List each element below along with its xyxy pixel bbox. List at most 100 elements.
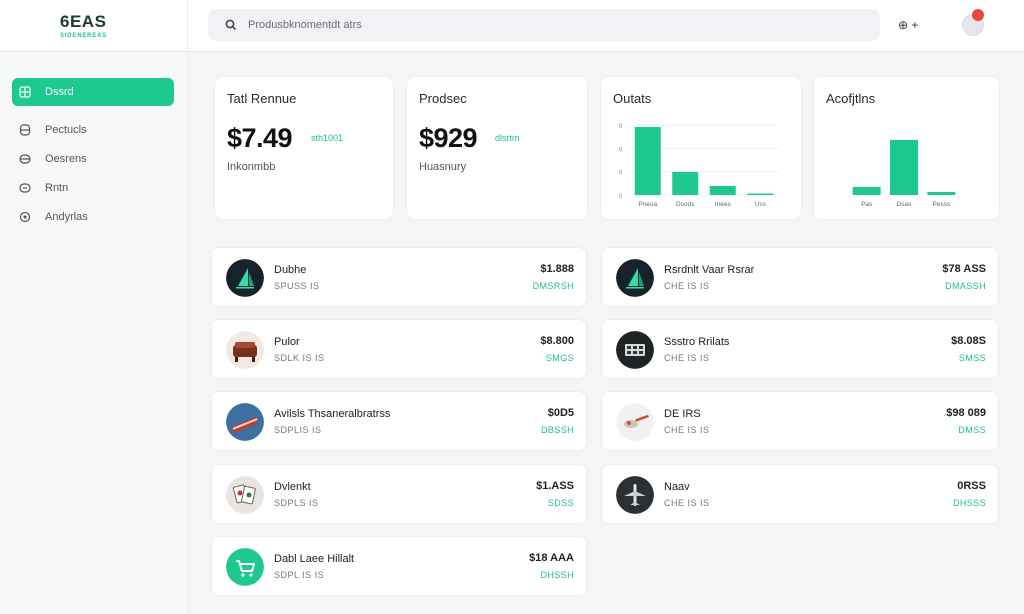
product-status: DHSSH — [540, 570, 574, 580]
spoon-photo-icon — [616, 403, 654, 441]
reports-icon — [19, 183, 31, 193]
x-tick-label: Pesss — [932, 201, 950, 208]
chart-card-outats[interactable]: Outats 0 0 0 0 Pneoa Dsods Inees Uss — [600, 76, 802, 220]
x-tick-label: Dsas — [897, 201, 913, 208]
product-status: SMSS — [958, 353, 986, 363]
product-meta: SDPL IS IS — [274, 570, 325, 580]
brand-name: 6EAS — [60, 12, 107, 31]
search-input[interactable] — [248, 15, 848, 35]
product-name: Dabl Laee Hillalt — [274, 553, 355, 565]
card-trend: sth1001 — [311, 133, 344, 143]
product-name: Dvlenkt — [274, 481, 311, 493]
card-title: Prodsec — [419, 91, 467, 106]
brand-logo[interactable]: 6EAS SIDENEREAS — [60, 12, 130, 39]
analytics-icon — [19, 211, 31, 223]
orders-icon — [19, 154, 31, 164]
products-icon — [19, 124, 31, 136]
chart-bar — [747, 193, 774, 195]
product-meta: SPUSS IS — [274, 281, 320, 291]
sail-logo-icon — [226, 259, 264, 297]
product-name: Avilsls Thsaneralbratrss — [274, 408, 391, 420]
bar-chart-outats: 0 0 0 0 Pneoa Dsods Inees Uss — [619, 124, 779, 208]
product-price: $78 ASS — [942, 263, 986, 275]
sidebar-item-products[interactable]: Pectucls — [12, 116, 174, 144]
x-tick-label: Dsods — [676, 201, 695, 208]
chart-bar — [634, 127, 661, 195]
product-row[interactable]: Rsrdnlt Vaar Rsrar CHE IS IS $78 ASS DMA… — [601, 247, 999, 307]
furniture-photo-icon — [226, 331, 264, 369]
x-tick-label: Inees — [715, 201, 732, 208]
card-footnote: Huasnury — [419, 161, 467, 173]
product-name: Dubhe — [274, 264, 307, 276]
sidebar-item-dashboard[interactable]: Dssrd — [12, 78, 174, 106]
y-tick-label: 0 — [619, 147, 623, 153]
cart-icon — [226, 548, 264, 586]
product-row[interactable]: Ssstro Rrilats CHE IS IS $8.08S SMSS — [601, 319, 999, 379]
product-status: DMSS — [958, 425, 986, 435]
y-tick-label: 0 — [619, 194, 623, 200]
sidebar-divider — [187, 0, 188, 614]
product-meta: CHE IS IS — [664, 425, 710, 435]
search-bar[interactable] — [208, 9, 880, 41]
sidebar-item-label: Oesrens — [45, 153, 87, 165]
card-footnote: Inkonmbb — [227, 161, 276, 173]
notification-badge — [972, 9, 984, 21]
product-price: $1.888 — [540, 263, 574, 275]
sidebar-item-label: Rntn — [45, 182, 69, 194]
sidebar-item-label: Andyrlas — [45, 211, 88, 223]
stat-card-revenue[interactable]: Tatl Rennue $7.49 sth1001 Inkonmbb — [214, 76, 394, 220]
product-price: $18 AAA — [529, 552, 574, 564]
product-meta: SDPLS IS — [274, 498, 319, 508]
chart-bar — [672, 172, 699, 195]
product-row[interactable]: Avilsls Thsaneralbratrss SDPLIS IS $0D5 … — [211, 391, 587, 451]
product-row[interactable]: Dabl Laee Hillalt SDPL IS IS $18 AAA DHS… — [211, 536, 587, 596]
cards-photo-icon — [226, 476, 264, 514]
add-label: ⊕ + — [898, 18, 919, 32]
product-status: DBSSH — [540, 425, 574, 435]
grid-badge-icon — [616, 331, 654, 369]
product-name: Pulor — [274, 336, 300, 348]
add-button[interactable]: ⊕ + — [898, 14, 932, 36]
product-price: $8.800 — [540, 335, 574, 347]
top-bar: 6EAS SIDENEREAS ⊕ + — [0, 0, 1024, 52]
flag-photo-icon — [226, 403, 264, 441]
product-row[interactable]: DE IRS CHE IS IS $98 089 DMSS — [601, 391, 999, 451]
product-meta: CHE IS IS — [664, 353, 710, 363]
product-status: DMASSH — [945, 281, 986, 291]
product-name: Rsrdnlt Vaar Rsrar — [664, 264, 755, 276]
chart-bar — [852, 187, 881, 195]
product-row[interactable]: Dubhe SPUSS IS $1.888 DMSRSH — [211, 247, 587, 307]
dashboard-icon — [19, 86, 31, 98]
plane-photo-icon — [616, 476, 654, 514]
card-value: $929 — [419, 123, 478, 153]
product-row[interactable]: Naav CHE IS IS 0RSS DHSSS — [601, 464, 999, 524]
chart-bar — [890, 140, 918, 195]
x-tick-label: Pas — [861, 201, 873, 208]
product-status: DHSSS — [952, 498, 986, 508]
product-price: $98 089 — [946, 407, 986, 419]
product-price: $0D5 — [547, 407, 574, 419]
chart-card-acofjtlns[interactable]: Acofjtlns Pas Dsas Pesss — [813, 76, 1000, 220]
sidebar-item-label: Pectucls — [45, 124, 87, 136]
product-price: $8.08S — [951, 335, 986, 347]
sidebar-item-orders[interactable]: Oesrens — [12, 145, 174, 173]
sidebar: Dssrd Pectucls Oesrens Rntn Andyrlas — [0, 52, 187, 614]
product-meta: SDPLIS IS — [274, 425, 322, 435]
x-tick-label: Pneoa — [638, 201, 657, 208]
y-tick-label: 0 — [619, 171, 623, 177]
sidebar-item-analytics[interactable]: Andyrlas — [12, 203, 174, 231]
product-status: DMSRSH — [532, 281, 574, 291]
stat-card-products[interactable]: Prodsec $929 dlsrtm Huasnury — [406, 76, 588, 220]
product-meta: CHE IS IS — [664, 281, 710, 291]
product-name: Naav — [664, 481, 690, 493]
card-title: Tatl Rennue — [227, 91, 297, 106]
product-row[interactable]: Dvlenkt SDPLS IS $1.ASS SDSS — [211, 464, 587, 524]
product-meta: CHE IS IS — [664, 498, 710, 508]
sidebar-item-reports[interactable]: Rntn — [12, 174, 174, 202]
sidebar-item-label: Dssrd — [45, 86, 74, 98]
product-status: SMGS — [545, 353, 574, 363]
chart-bar — [709, 186, 736, 195]
product-price: $1.ASS — [536, 480, 574, 492]
x-tick-label: Uss — [755, 201, 767, 208]
product-row[interactable]: Pulor SDLK IS IS $8.800 SMGS — [211, 319, 587, 379]
